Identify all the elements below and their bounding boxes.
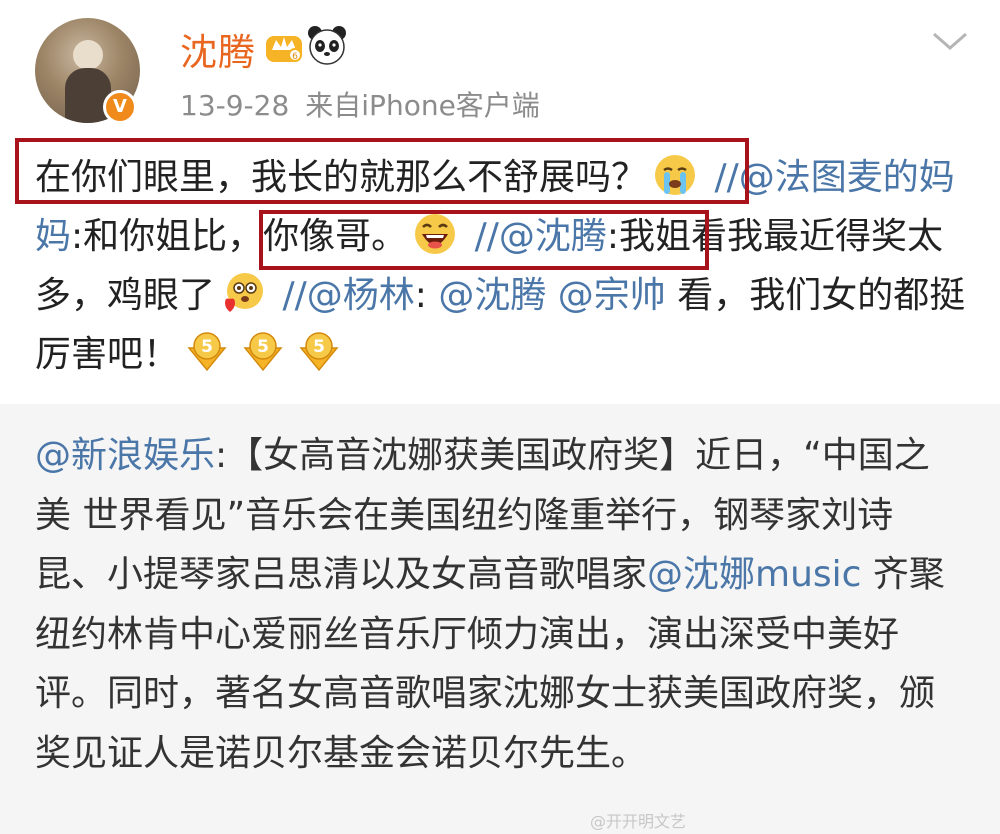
mention-yanglin[interactable]: @杨林	[307, 275, 415, 316]
svg-text:5: 5	[257, 337, 269, 357]
crown-icon: 6	[266, 36, 302, 62]
number-5-badge-icon: 5	[243, 332, 283, 372]
mention-shenna-music[interactable]: @沈娜music	[647, 554, 861, 595]
drooling-face-emoji	[225, 273, 264, 312]
svg-text:6: 6	[292, 52, 298, 62]
number-5-badge-icon: 5	[187, 332, 227, 372]
mention-shenteng-2[interactable]: @沈腾	[438, 275, 546, 316]
repost-text: @新浪娱乐:【女高音沈娜获美国政府奖】近日，“中国之美 世界看见”音乐会在美国纽…	[35, 426, 965, 783]
svg-text:5: 5	[313, 337, 325, 357]
panda-icon	[308, 26, 346, 65]
chevron-down-icon[interactable]	[930, 28, 970, 54]
colon-3: :	[414, 275, 439, 316]
colon-1: :	[71, 216, 84, 257]
highlight-box-1	[15, 138, 749, 204]
post-source[interactable]: 来自iPhone客户端	[305, 89, 540, 122]
separator-3: //	[271, 275, 307, 316]
avatar-figure-head	[73, 40, 103, 70]
verified-badge-icon: V	[103, 90, 137, 124]
username[interactable]: 沈腾	[180, 22, 256, 76]
post-date: 13-9-28	[180, 89, 290, 122]
watermark: @开开明文艺	[590, 812, 687, 831]
post-meta: 13-9-28 来自iPhone客户端	[180, 84, 556, 124]
repost-colon: :	[215, 435, 228, 476]
svg-text:5: 5	[201, 337, 213, 357]
repost-card[interactable]: @新浪娱乐:【女高音沈娜获美国政府奖】近日，“中国之美 世界看见”音乐会在美国纽…	[0, 404, 1000, 834]
highlight-box-2	[259, 210, 709, 270]
mention-zongshuai[interactable]: @宗帅	[558, 275, 666, 316]
mention-sina-entertainment[interactable]: @新浪娱乐	[35, 435, 215, 476]
number-5-badge-icon: 5	[299, 332, 339, 372]
